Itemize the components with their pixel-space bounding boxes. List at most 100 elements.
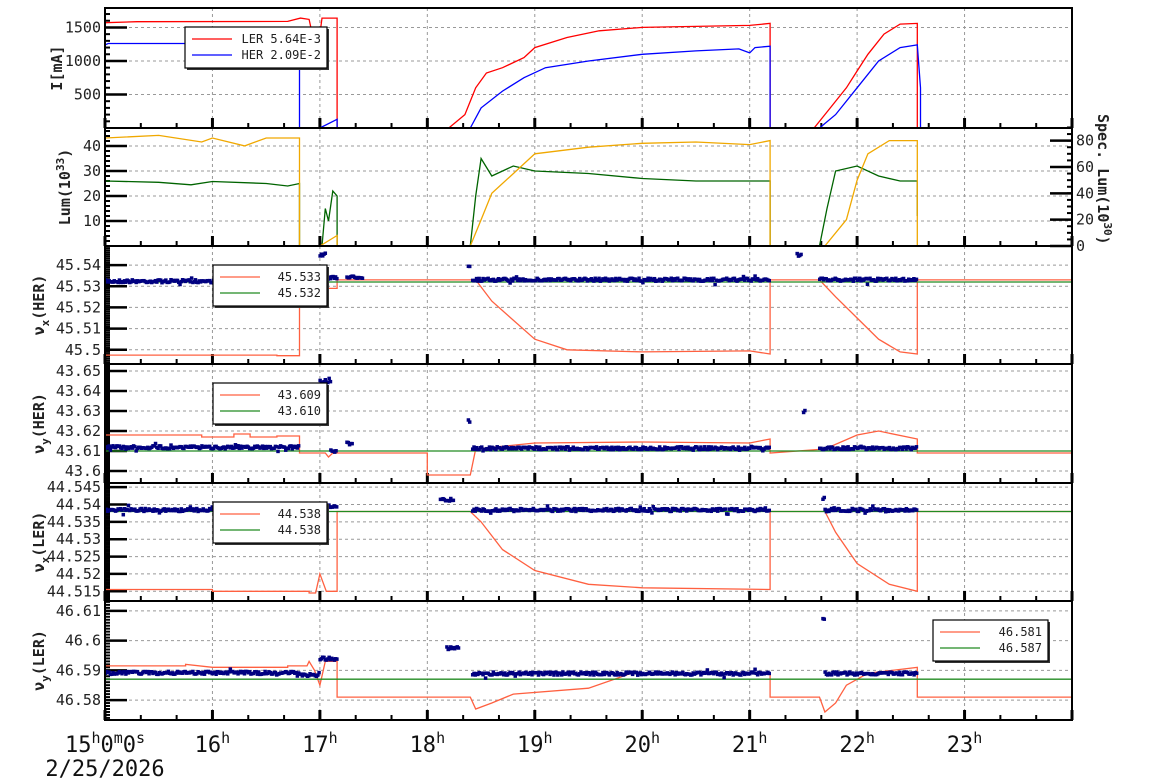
value: 22	[839, 733, 866, 758]
label-after: (LER)	[30, 630, 48, 675]
legend-entry: HER 2.09E-2	[242, 48, 321, 62]
label-after: (HER)	[30, 275, 48, 320]
date-label: 2/25/2026	[45, 757, 164, 782]
y-tick-label: 43.63	[56, 402, 101, 420]
y-axis-label: νy(LER)	[30, 630, 52, 691]
y-tick-label: 44.525	[47, 548, 101, 566]
unit: s	[136, 729, 145, 747]
measured-point	[650, 511, 654, 515]
right-tick-label: 0	[1076, 237, 1085, 255]
unit: h	[544, 729, 553, 747]
measured-point	[767, 508, 772, 513]
measured-point	[722, 675, 726, 680]
right-tick-label: 20	[1076, 211, 1094, 229]
measured-point	[822, 617, 827, 621]
y-tick-label: 44.515	[47, 582, 101, 600]
measured-point	[335, 657, 339, 661]
measured-point	[323, 251, 328, 255]
label-after: (LER)	[30, 512, 48, 557]
label-text: ν	[30, 563, 48, 572]
label-text: ν	[30, 326, 48, 335]
y-tick-label: 1000	[65, 52, 101, 70]
measured-point	[767, 671, 772, 676]
right-tick-label: 80	[1076, 132, 1094, 150]
x-tick-label: 19h	[517, 729, 553, 758]
label-text: Lum(10	[56, 171, 74, 225]
legend: 46.581 46.587	[932, 619, 1050, 663]
legend: 44.538 44.538	[212, 501, 329, 545]
value: 18	[410, 733, 437, 758]
y-tick-label: 43.64	[56, 382, 101, 400]
series-line-lum	[105, 156, 918, 246]
y-tick-label: 44.535	[47, 513, 101, 531]
y-tick-label: 45.54	[56, 256, 101, 274]
value: 20	[624, 733, 651, 758]
legend: 43.609 43.610	[212, 382, 329, 426]
label-text: I[mA]	[48, 45, 66, 90]
unit: h	[91, 729, 100, 747]
value: 15	[65, 733, 92, 758]
y-tick-label: 46.61	[56, 602, 101, 620]
measured-point	[350, 441, 354, 446]
y-tick-label: 44.545	[47, 478, 101, 496]
unit: h	[221, 729, 230, 747]
x-tick-label: 18h	[410, 729, 446, 758]
y-tick-label: 500	[74, 85, 101, 103]
value: 16	[195, 733, 222, 758]
measured-point	[726, 512, 730, 516]
legend-entry: 45.532	[278, 286, 321, 300]
measured-point	[153, 441, 158, 446]
measured-point	[822, 495, 827, 500]
measured-point	[456, 646, 461, 650]
tune-luminosity-chart: 50010001500I[mA]LER 5.64E-3HER 2.09E-210…	[30, 7, 1114, 782]
measured-point	[753, 667, 757, 672]
label-after: (HER)	[30, 393, 48, 438]
y-tick-label: 44.52	[56, 565, 101, 583]
measured-point	[467, 420, 472, 424]
panel-current: 500 1000 1500 I[mA] LER 5.64E-3 HER 2.09E-2	[48, 7, 1074, 129]
series-line-spec-lum	[105, 134, 918, 246]
y-tick-label: 30	[83, 162, 101, 180]
measured-point	[334, 449, 338, 453]
unit: h	[651, 729, 660, 747]
y-tick-label: 43.61	[56, 442, 101, 460]
y-axis-label: Lum(1033)	[54, 149, 74, 225]
y-tick-label: 40	[83, 137, 101, 155]
value: 0	[100, 733, 113, 758]
y-tick-label: 1500	[65, 18, 101, 36]
measured-point	[914, 445, 919, 449]
legend-entry: 43.610	[278, 404, 321, 418]
y-axis-label: νx(HER)	[30, 275, 52, 336]
legend-entry: 43.609	[278, 388, 321, 402]
label-sup: 30	[1101, 222, 1114, 235]
measured-point	[334, 505, 339, 509]
measured-point	[914, 277, 919, 282]
unit: h	[973, 729, 982, 747]
panel-tune-x-her: 45.545.5145.5245.5345.54νx(HER) 45.53345.…	[30, 245, 1074, 365]
y-tick-label: 20	[83, 187, 101, 205]
unit: h	[758, 729, 767, 747]
label-text: ν	[30, 682, 48, 691]
measured-point	[189, 276, 194, 280]
right-axis-label: Spec. Lum(1030)	[1094, 114, 1114, 245]
panel-tune-y-her: 43.643.6143.6243.6343.6443.65νy(HER) 43.6…	[30, 362, 1074, 484]
y-tick-label: 45.5	[65, 341, 101, 359]
value: 19	[517, 733, 544, 758]
y-axis-label: νy(HER)	[30, 393, 52, 454]
measured-point	[865, 282, 870, 287]
x-tick-label: 16h	[195, 729, 231, 758]
y-tick-label: 10	[83, 212, 101, 230]
legend-entry: 45.533	[278, 270, 321, 284]
panel-luminosity: 10203040020406080 Spec. Lum(1030)Lum(1033…	[54, 114, 1114, 255]
x-tick-label: 22h	[839, 729, 875, 758]
panel-tune-y-ler: 46.58 46.59 46.6 46.61νy(LER) 46.581 46.587	[30, 600, 1074, 721]
label-after: )	[56, 149, 74, 158]
value: 0	[123, 733, 136, 758]
y-tick-label: 46.59	[56, 661, 101, 679]
y-tick-label: 43.62	[56, 422, 101, 440]
data-layer	[105, 134, 918, 246]
x-tick-label: 15h0m0s	[65, 729, 145, 758]
legend-entry: LER 5.64E-3	[242, 32, 321, 46]
measured-point	[705, 668, 710, 672]
label-text: Spec. Lum(10	[1094, 114, 1112, 222]
